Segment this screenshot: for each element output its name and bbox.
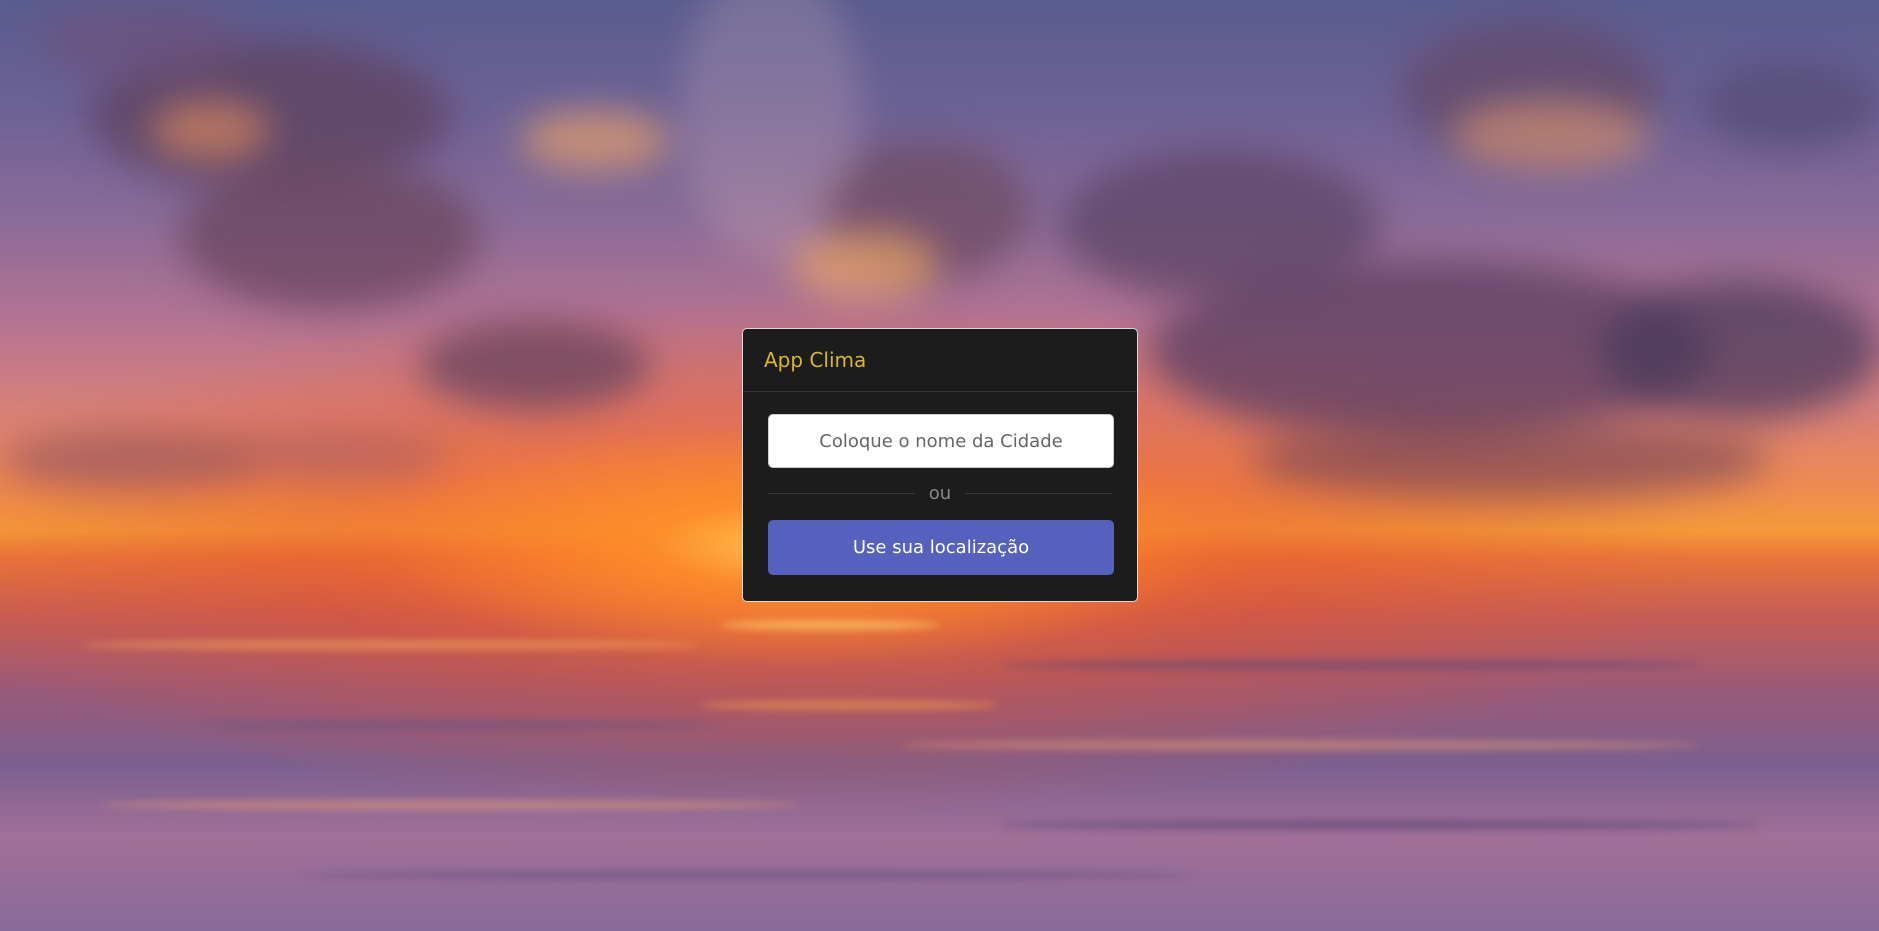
water-reflection <box>720 620 940 630</box>
separator-line-right <box>965 492 1113 494</box>
card-body: ou Use sua localização <box>743 392 1137 575</box>
city-search-input[interactable] <box>768 414 1114 468</box>
water-reflection <box>700 700 1000 710</box>
weather-search-card: App Clima ou Use sua localização <box>742 328 1138 602</box>
cloud-shape <box>1450 100 1650 170</box>
water-reflection <box>300 870 1200 880</box>
cloud-shape <box>420 320 650 410</box>
water-reflection <box>80 640 700 650</box>
cloud-shape <box>150 100 270 160</box>
app-title: App Clima <box>764 348 867 372</box>
use-location-button[interactable]: Use sua localização <box>768 520 1114 575</box>
separator-label: ou <box>928 482 952 504</box>
cloud-shape <box>1700 60 1879 150</box>
cloud-shape <box>1600 280 1879 420</box>
cloud-shape <box>0 430 260 490</box>
cloud-shape <box>520 110 670 170</box>
card-header: App Clima <box>743 329 1137 392</box>
water-reflection <box>200 720 720 730</box>
cloud-shape <box>220 430 450 480</box>
water-reflection <box>1000 820 1760 830</box>
separator-line-left <box>768 492 915 494</box>
cloud-shape <box>40 0 240 80</box>
cloud-shape <box>180 160 480 310</box>
or-separator: ou <box>768 482 1113 504</box>
cloud-shape <box>1250 420 1770 500</box>
water-reflection <box>900 740 1700 750</box>
water-reflection <box>100 800 800 810</box>
water-reflection <box>1000 660 1700 670</box>
